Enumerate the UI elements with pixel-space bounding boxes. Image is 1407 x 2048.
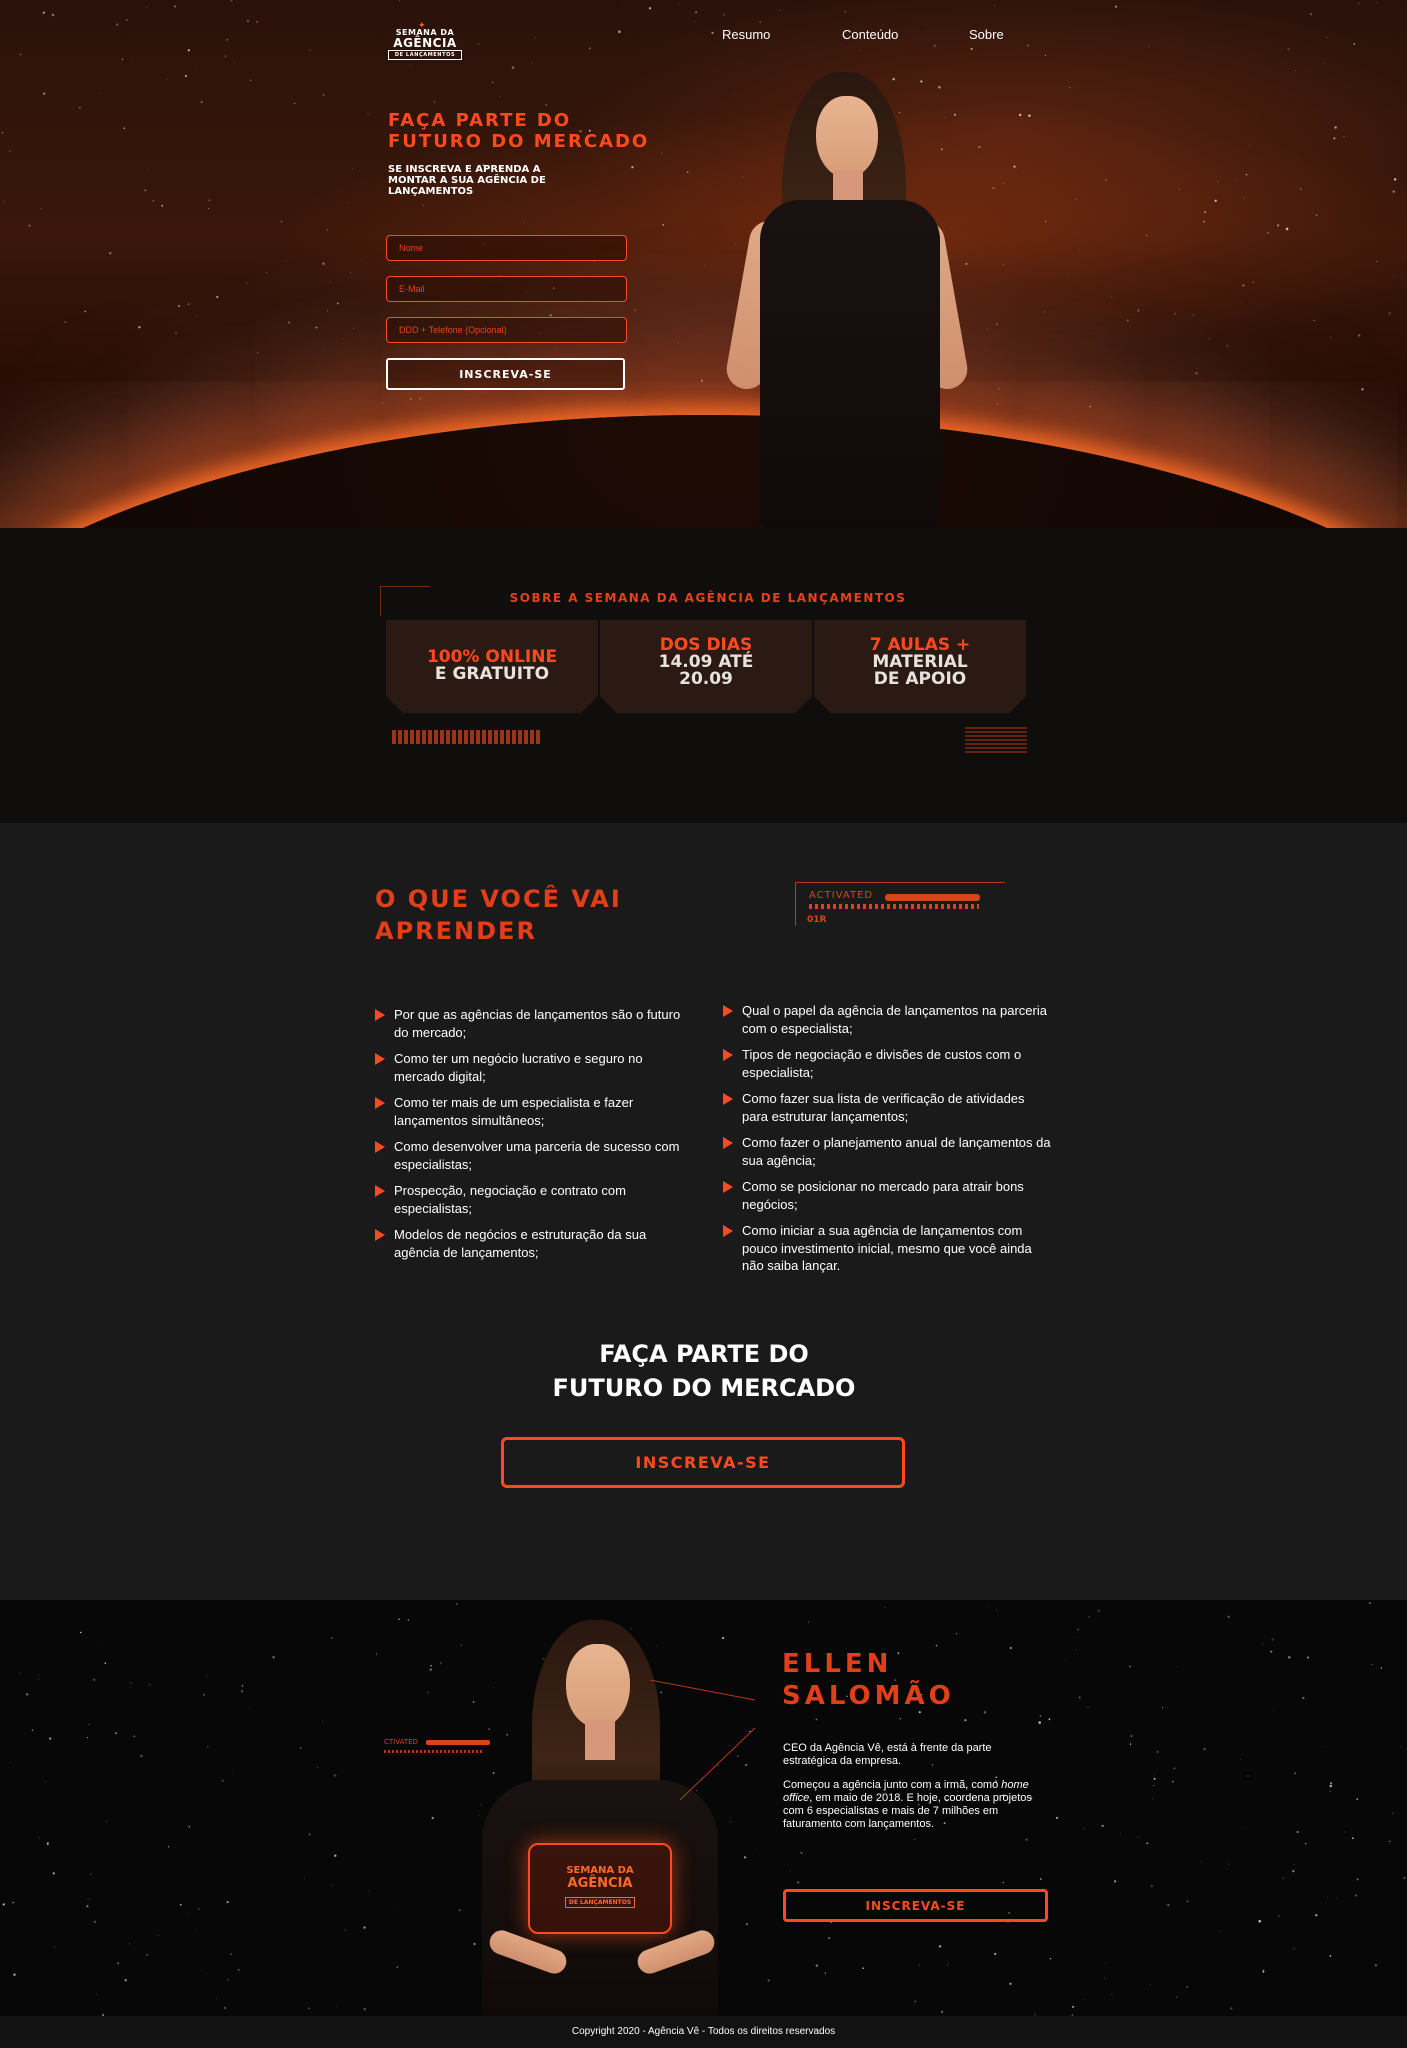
feature-card-classes: 7 AULAS + MATERIAL DE APOIO — [814, 620, 1026, 713]
list-item: Como ter mais de um especialista e fazer… — [375, 1094, 695, 1129]
learn-title: O QUE VOCÊ VAI APRENDER — [375, 885, 622, 945]
cta-title: FAÇA PARTE DO FUTURO DO MERCADO — [552, 1340, 856, 1402]
planet-horizon — [0, 415, 1407, 528]
bullet-arrow-icon — [723, 1093, 733, 1105]
copyright-text: Copyright 2020 - Agência Vê - Todos os d… — [571, 2026, 836, 2037]
list-item: Qual o papel da agência de lançamentos n… — [723, 1002, 1053, 1037]
bullet-arrow-icon — [723, 1181, 733, 1193]
nav-resumo[interactable]: Resumo — [722, 27, 770, 42]
cta-signup-button[interactable]: INSCREVA-SE — [501, 1437, 905, 1488]
bullet-arrow-icon — [375, 1229, 385, 1241]
bullet-arrow-icon — [375, 1097, 385, 1109]
bullet-arrow-icon — [375, 1053, 385, 1065]
nav-sobre[interactable]: Sobre — [969, 27, 1004, 42]
logo[interactable]: ✦ SEMANA DA AGÊNCIA DE LANÇAMENTOS — [388, 20, 462, 62]
hud-activated-small: CTIVATED — [384, 1738, 494, 1762]
learn-list-right: Qual o papel da agência de lançamentos n… — [723, 1002, 1053, 1284]
bullet-arrow-icon — [723, 1137, 733, 1149]
spark-icon: ✦ — [418, 20, 426, 30]
hud-connector-lines — [650, 1680, 756, 1800]
list-item: Prospecção, negociação e contrato com es… — [375, 1182, 695, 1217]
name-input[interactable] — [386, 235, 627, 261]
feature-card-online: 100% ONLINE E GRATUITO — [386, 620, 598, 713]
email-input[interactable] — [386, 276, 627, 302]
bullet-arrow-icon — [723, 1049, 733, 1061]
list-item: Modelos de negócios e estruturação da su… — [375, 1226, 695, 1261]
bullet-arrow-icon — [375, 1185, 385, 1197]
list-item: Como se posicionar no mercado para atrai… — [723, 1178, 1053, 1213]
list-item: Como fazer o planejamento anual de lança… — [723, 1134, 1053, 1169]
nav-conteudo[interactable]: Conteúdo — [842, 27, 898, 42]
speaker-name: ELLEN SALOMÃO — [782, 1649, 955, 1711]
hud-code-right — [965, 727, 1027, 755]
learn-list-left: Por que as agências de lançamentos são o… — [375, 1006, 695, 1270]
list-item: Como iniciar a sua agência de lançamento… — [723, 1222, 1053, 1275]
bullet-arrow-icon — [723, 1005, 733, 1017]
hud-activated-widget: ACTIVATED 01R — [795, 882, 1005, 926]
speaker-signup-button[interactable]: INSCREVA-SE — [783, 1889, 1048, 1922]
hero-section — [0, 0, 1407, 528]
bullet-arrow-icon — [375, 1009, 385, 1021]
feature-card-dates: DOS DIAS 14.09 ATÉ 20.09 — [600, 620, 812, 713]
about-title: SOBRE A SEMANA DA AGÊNCIA DE LANÇAMENTOS — [509, 591, 907, 605]
list-item: Tipos de negociação e divisões de custos… — [723, 1046, 1053, 1081]
list-item: Como fazer sua lista de verificação de a… — [723, 1090, 1053, 1125]
speaker-bio-2: Começou a agência junto com a irmã, como… — [783, 1779, 1032, 1830]
hero-title: FAÇA PARTE DO FUTURO DO MERCADO — [388, 110, 650, 152]
hologram-logo: SEMANA DA AGÊNCIA DE LANÇAMENTOS — [528, 1843, 672, 1934]
phone-input[interactable] — [386, 317, 627, 343]
speaker-bio-1: CEO da Agência Vê, está à frente da part… — [783, 1742, 992, 1767]
hud-code-left — [392, 730, 542, 744]
hero-subtitle: SE INSCREVA E APRENDA A MONTAR A SUA AGÊ… — [388, 164, 546, 197]
hero-portrait — [720, 70, 980, 528]
bullet-arrow-icon — [723, 1225, 733, 1237]
hero-signup-button[interactable]: INSCREVA-SE — [386, 358, 625, 390]
bullet-arrow-icon — [375, 1141, 385, 1153]
list-item: Como desenvolver uma parceria de sucesso… — [375, 1138, 695, 1173]
list-item: Como ter um negócio lucrativo e seguro n… — [375, 1050, 695, 1085]
list-item: Por que as agências de lançamentos são o… — [375, 1006, 695, 1041]
